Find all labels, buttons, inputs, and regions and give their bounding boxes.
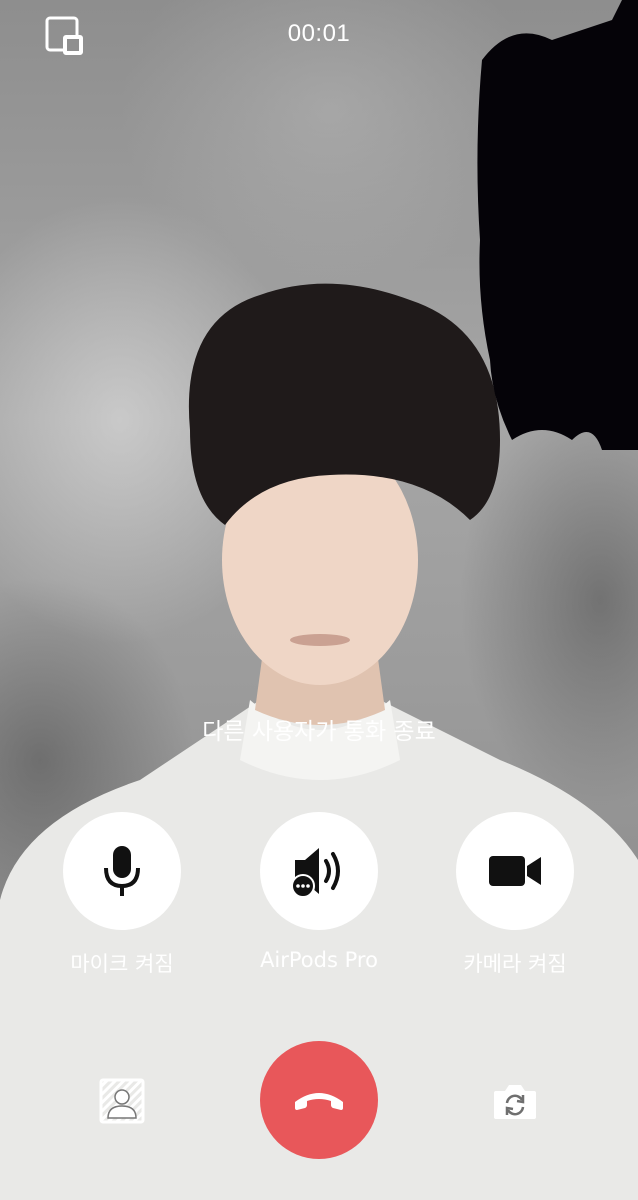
redaction-scribble (477, 0, 638, 450)
end-call-button[interactable] (260, 1041, 378, 1159)
mic-label: 마이크 켜짐 (70, 952, 174, 976)
switch-camera-icon (494, 1085, 536, 1119)
phone-hangup-icon (295, 1093, 343, 1110)
audio-output-label: AirPods Pro (260, 948, 378, 972)
camera-toggle-button[interactable] (456, 812, 574, 930)
virtual-background-button[interactable] (99, 1078, 145, 1124)
switch-camera-button[interactable] (492, 1078, 538, 1124)
mic-toggle-button[interactable] (63, 812, 181, 930)
speaker-icon (291, 848, 340, 898)
virtual-background-icon (99, 1078, 145, 1124)
video-camera-icon (489, 856, 541, 886)
call-status-message: 다른 사용자가 통화 종료 (202, 719, 436, 745)
call-timer: 00:01 (287, 20, 351, 47)
camera-label: 카메라 켜짐 (463, 952, 567, 976)
audio-output-button[interactable] (260, 812, 378, 930)
microphone-icon (104, 846, 140, 896)
